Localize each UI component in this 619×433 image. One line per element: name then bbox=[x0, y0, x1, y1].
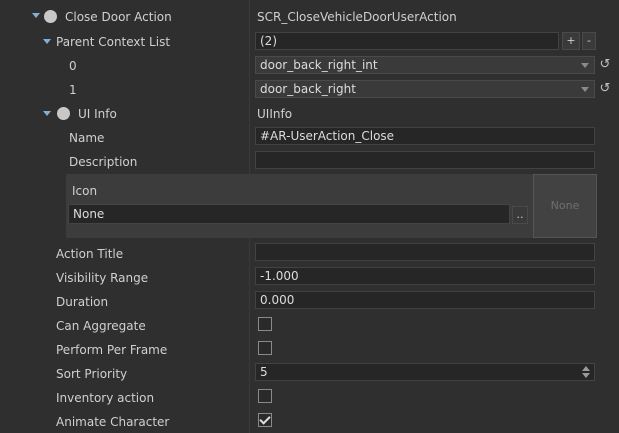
visibility-range-label: Visibility Range bbox=[56, 271, 149, 285]
visibility-range-field[interactable]: -1.000 bbox=[255, 267, 595, 285]
chevron-down-icon[interactable] bbox=[43, 39, 51, 44]
reset-icon[interactable]: ↺ bbox=[598, 82, 612, 96]
duration-label: Duration bbox=[56, 295, 109, 309]
parent-context-item-0-dropdown[interactable]: door_back_right_int bbox=[255, 56, 595, 74]
list-item-index-0: 0 bbox=[69, 59, 77, 73]
can-aggregate-checkbox[interactable] bbox=[258, 317, 272, 331]
parent-context-list-count: (2) bbox=[255, 32, 559, 50]
close-door-action-row: Close Door Action SCR_CloseVehicleDoorUs… bbox=[0, 6, 619, 28]
action-title-label: Action Title bbox=[56, 247, 124, 261]
remove-item-button[interactable]: - bbox=[582, 32, 596, 50]
name-value: #AR-UserAction_Close bbox=[260, 129, 395, 143]
inventory-action-label: Inventory action bbox=[56, 391, 155, 405]
inventory-action-checkbox[interactable] bbox=[258, 389, 272, 403]
chevron-down-icon[interactable] bbox=[43, 111, 51, 116]
icon-path-value: None bbox=[73, 207, 105, 221]
action-title-field[interactable] bbox=[255, 243, 595, 261]
icon-preview-text: None bbox=[550, 199, 580, 212]
name-label: Name bbox=[69, 131, 105, 145]
dropdown-arrow-icon bbox=[581, 87, 589, 92]
reset-icon[interactable]: ↺ bbox=[598, 58, 612, 72]
parent-context-item-1-dropdown[interactable]: door_back_right bbox=[255, 80, 595, 98]
icon-preview[interactable]: None bbox=[533, 174, 597, 238]
spinner-down-icon[interactable] bbox=[582, 373, 590, 378]
ui-info-label: UI Info bbox=[78, 107, 117, 121]
name-field[interactable]: #AR-UserAction_Close bbox=[255, 127, 595, 145]
visibility-range-value: -1.000 bbox=[260, 269, 299, 283]
sort-priority-field[interactable]: 5 bbox=[255, 363, 595, 381]
sort-priority-value: 5 bbox=[260, 365, 268, 379]
ui-info-class: UIInfo bbox=[257, 107, 293, 121]
chevron-down-icon[interactable] bbox=[32, 13, 40, 18]
animate-character-label: Animate Character bbox=[56, 415, 170, 429]
perform-per-frame-checkbox[interactable] bbox=[258, 341, 272, 355]
duration-field[interactable]: 0.000 bbox=[255, 291, 595, 309]
can-aggregate-label: Can Aggregate bbox=[56, 319, 146, 333]
component-circle-icon bbox=[44, 10, 57, 23]
icon-panel: Icon None .. None bbox=[66, 174, 597, 238]
dropdown-arrow-icon bbox=[581, 63, 589, 68]
close-door-action-class: SCR_CloseVehicleDoorUserAction bbox=[257, 10, 457, 24]
description-label: Description bbox=[69, 155, 138, 169]
spinner-up-icon[interactable] bbox=[582, 366, 590, 371]
animate-character-checkbox[interactable] bbox=[258, 413, 272, 427]
add-item-button[interactable]: + bbox=[562, 32, 580, 50]
parent-context-item-0-value: door_back_right_int bbox=[260, 58, 378, 72]
icon-browse-button[interactable]: .. bbox=[512, 206, 528, 224]
list-item-index-1: 1 bbox=[69, 83, 77, 97]
close-door-action-label: Close Door Action bbox=[65, 10, 172, 24]
component-circle-icon bbox=[57, 107, 70, 120]
parent-context-list-label: Parent Context List bbox=[56, 35, 171, 49]
perform-per-frame-label: Perform Per Frame bbox=[56, 343, 168, 357]
duration-value: 0.000 bbox=[260, 293, 295, 307]
icon-label: Icon bbox=[72, 184, 98, 198]
description-field[interactable] bbox=[255, 151, 595, 169]
parent-context-list-count-text: (2) bbox=[260, 34, 277, 48]
parent-context-item-1-value: door_back_right bbox=[260, 82, 356, 96]
icon-path-field[interactable]: None bbox=[68, 204, 510, 224]
sort-priority-label: Sort Priority bbox=[56, 367, 128, 381]
